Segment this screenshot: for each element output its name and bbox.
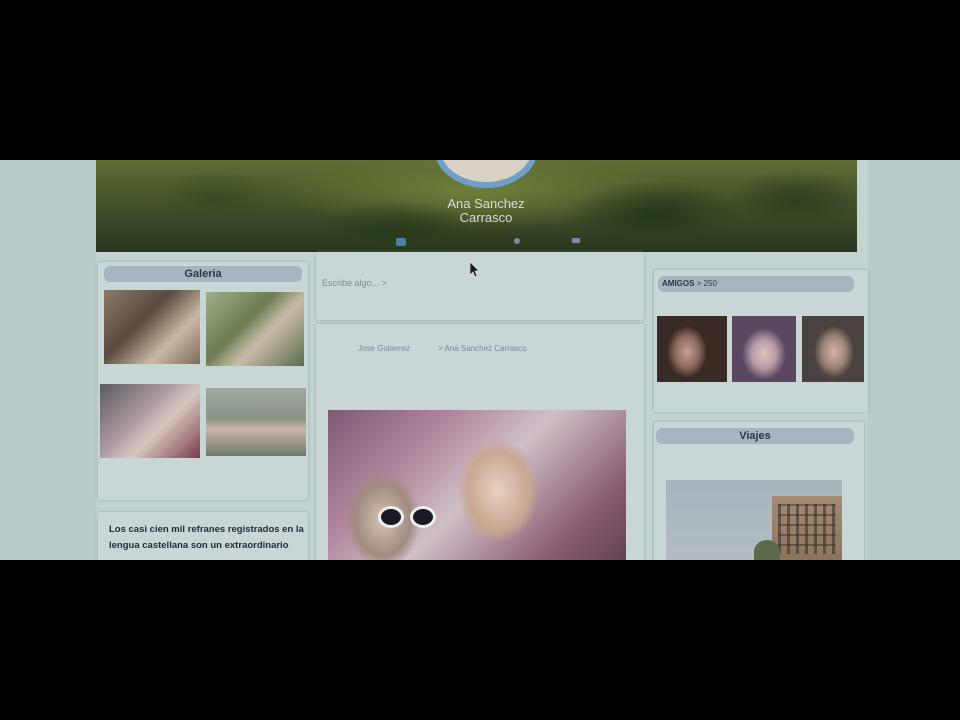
friend-avatar[interactable] <box>802 316 864 382</box>
profile-name-line1: Ana Sanchez <box>447 196 525 211</box>
post-card: Jose Gutierrez > Ana Sanchez Carrasco <box>316 324 644 560</box>
message-icon[interactable] <box>514 238 520 244</box>
letterbox-bottom <box>0 560 960 720</box>
letterbox-top <box>0 0 960 160</box>
profile-page: Ana Sanchez Carrasco Galeria Los casi ci… <box>96 160 868 560</box>
post-photo[interactable] <box>328 410 626 560</box>
building-graphic <box>772 496 842 560</box>
post-author[interactable]: Jose Gutierrez <box>358 344 410 353</box>
friends-count: > 250 <box>696 279 717 288</box>
post-input[interactable]: Escribe algo... > <box>322 278 387 288</box>
profile-name-line2: Carrasco <box>459 210 513 225</box>
friends-label: AMIGOS <box>662 279 695 288</box>
gallery-photo[interactable] <box>100 384 200 458</box>
post-composer: Escribe algo... > <box>316 252 644 320</box>
friend-avatar[interactable] <box>732 316 796 382</box>
post-recipient[interactable]: > Ana Sanchez Carrasco <box>438 344 527 353</box>
gallery-photo[interactable] <box>206 388 306 456</box>
camera-icon[interactable] <box>572 238 580 243</box>
gallery-photo[interactable] <box>206 292 304 366</box>
gallery-card: Galeria <box>98 262 308 500</box>
profile-banner: Ana Sanchez Carrasco <box>96 160 857 252</box>
friend-avatar[interactable] <box>657 316 727 382</box>
tree-graphic <box>754 540 780 560</box>
profile-avatar[interactable] <box>434 160 538 188</box>
travel-title: Viajes <box>656 428 854 444</box>
screen: Ana Sanchez Carrasco Galeria Los casi ci… <box>0 160 960 560</box>
profile-name[interactable]: Ana Sanchez Carrasco <box>396 197 576 225</box>
gallery-title: Galeria <box>104 266 302 282</box>
like-icon[interactable] <box>396 238 406 246</box>
proverbs-card: Los casi cien mil refranes registrados e… <box>98 512 308 560</box>
sunglasses-graphic <box>378 506 442 530</box>
gallery-photo[interactable] <box>104 290 200 364</box>
mouse-cursor-icon <box>469 261 480 278</box>
travel-photo[interactable] <box>666 480 842 560</box>
friends-card: AMIGOS > 250 <box>654 270 868 412</box>
travel-card: Viajes <box>654 422 864 560</box>
proverbs-text: Los casi cien mil refranes registrados e… <box>109 524 304 551</box>
friends-header[interactable]: AMIGOS > 250 <box>658 276 854 292</box>
